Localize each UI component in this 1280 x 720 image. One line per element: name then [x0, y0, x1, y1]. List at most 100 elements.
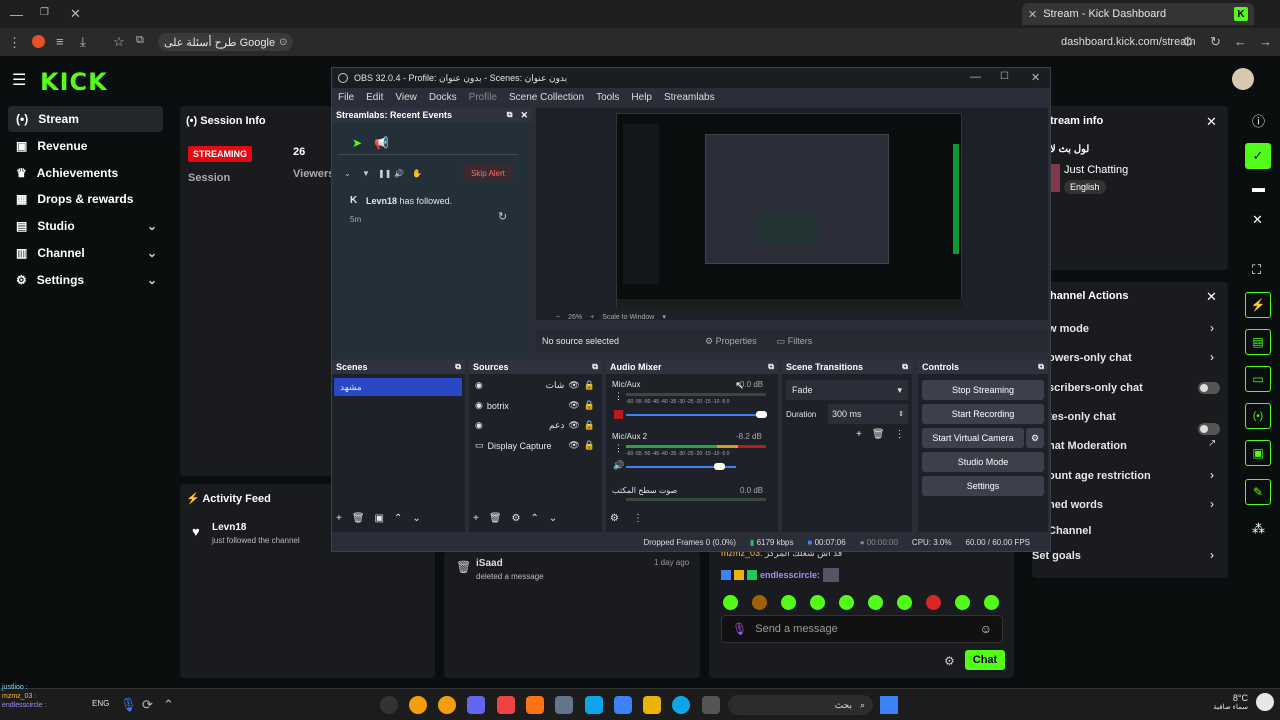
scene-filter-icon[interactable]: ▣ — [375, 513, 384, 524]
hamburger-menu-icon[interactable]: ☰ — [12, 70, 26, 90]
emote-icon[interactable] — [752, 595, 767, 610]
megaphone-icon[interactable]: 📢 — [374, 136, 389, 150]
virtual-camera-settings-icon[interactable]: ⚙ — [1026, 428, 1044, 448]
obs-minimize-icon[interactable]: — — [970, 71, 981, 83]
url-field[interactable]: dashboard.kick.com/stream — [1061, 36, 1196, 48]
document-icon[interactable]: ▤ — [1245, 329, 1271, 355]
pause-icon[interactable]: ❚❚ — [378, 169, 391, 178]
sidebar-item-stream[interactable]: (•) Stream — [8, 106, 163, 132]
menu-view[interactable]: View — [395, 92, 417, 103]
add-widget-icon[interactable]: ⁂ — [1252, 521, 1265, 537]
profile-avatar[interactable] — [32, 35, 45, 48]
mute-alert-icon[interactable]: ✋ — [412, 169, 422, 178]
bookmark-star-icon[interactable]: ☆ — [113, 34, 125, 50]
properties-button[interactable]: ⚙ Properties — [699, 333, 763, 350]
minimize-window-icon[interactable]: — — [10, 7, 23, 22]
emote-icon[interactable] — [810, 595, 825, 610]
input-language[interactable]: ENG — [92, 699, 109, 708]
bolt-icon[interactable]: ⚡ — [1245, 292, 1271, 318]
age-restriction-label[interactable]: ount age restriction — [1048, 470, 1151, 482]
chat-moderation-label[interactable]: hat Moderation — [1048, 440, 1127, 452]
chrome-taskbar-icon[interactable] — [409, 696, 427, 714]
volume-icon[interactable]: 🔊 — [394, 169, 404, 178]
emotes-only-toggle[interactable] — [1198, 423, 1220, 435]
menu-help[interactable]: Help — [631, 92, 652, 103]
advanced-audio-icon[interactable]: ⚙ — [610, 513, 619, 524]
scene-item[interactable]: مشهد — [334, 378, 462, 396]
skip-alert-button[interactable]: Skip Alert — [463, 164, 513, 182]
sidebar-item-studio[interactable]: ▤ Studio ⌄ — [8, 213, 163, 239]
add-icon[interactable]: + — [856, 429, 862, 440]
eye-icon[interactable]: 👁 — [568, 440, 579, 451]
chevron-right-icon[interactable]: › — [1210, 548, 1214, 562]
emote-icon[interactable] — [926, 595, 941, 610]
start-virtual-camera-button[interactable]: Start Virtual Camera — [922, 428, 1024, 448]
close-tab-icon[interactable]: ✕ — [1028, 8, 1037, 21]
trash-icon[interactable]: 🗑 — [872, 429, 885, 440]
lock-icon[interactable]: 🔒 — [584, 420, 595, 431]
transition-select[interactable]: Fade ▾ — [786, 380, 908, 400]
task-view-icon[interactable] — [702, 696, 720, 714]
replay-icon[interactable]: ↻ — [498, 210, 507, 223]
log-user[interactable]: iSaad — [476, 558, 503, 569]
volume-slider[interactable] — [626, 414, 766, 416]
lock-icon[interactable]: 🔒 — [584, 380, 595, 391]
trash-icon[interactable]: 🗑 — [352, 513, 365, 524]
filter-icon[interactable]: ▼ — [362, 169, 370, 178]
emoji-icon[interactable]: ☺ — [980, 622, 992, 636]
volume-slider-handle[interactable] — [756, 411, 767, 418]
source-item[interactable]: ◉ دعم 👁 🔒 — [475, 420, 595, 431]
chevron-right-icon[interactable]: › — [1210, 468, 1214, 482]
volume-slider-handle[interactable] — [714, 463, 725, 470]
obs-taskbar-icon[interactable] — [380, 696, 398, 714]
download-icon[interactable]: ⤓ — [80, 34, 86, 50]
restore-window-icon[interactable]: ❐ — [40, 7, 49, 18]
menu-profile[interactable]: Profile — [469, 92, 497, 103]
studio-mode-button[interactable]: Studio Mode — [922, 452, 1044, 472]
send-icon[interactable]: ➤ — [352, 136, 362, 150]
edge-taskbar-icon[interactable] — [672, 696, 690, 714]
undock-icon[interactable]: ⧉ — [507, 110, 513, 120]
undock-icon[interactable]: ⧉ — [768, 362, 774, 372]
add-icon[interactable]: + — [336, 513, 342, 524]
filters-button[interactable]: ▭ Filters — [771, 333, 819, 350]
subscribers-only-toggle[interactable] — [1198, 382, 1220, 394]
chat-user2-name[interactable]: endlesscircle: — [760, 570, 820, 580]
sidebar-item-achievements[interactable]: ♛ Achievements — [8, 160, 163, 186]
close-icon[interactable]: ✕ — [1252, 212, 1263, 228]
kick-logo[interactable]: KICK — [40, 68, 108, 96]
wrench-icon[interactable]: ✎ — [1245, 479, 1271, 505]
tray-overflow-icon[interactable]: ⌃ — [163, 697, 174, 713]
mic-icon[interactable]: 🎙 — [732, 622, 747, 636]
scale-dropdown-icon[interactable]: ▾ — [662, 313, 666, 321]
emote-icon[interactable] — [955, 595, 970, 610]
windows-start-icon[interactable] — [880, 696, 898, 714]
emote-icon[interactable] — [868, 595, 883, 610]
broadcast-icon[interactable]: (•) — [1245, 403, 1271, 429]
stop-streaming-button[interactable]: Stop Streaming — [922, 380, 1044, 400]
emote-icon[interactable] — [781, 595, 796, 610]
followers-only-label[interactable]: owers-only chat — [1048, 352, 1132, 364]
share-icon[interactable]: ⧉ — [136, 34, 144, 47]
clipboard-icon[interactable]: ▣ — [1245, 440, 1271, 466]
channel-menu-icon[interactable]: ⋮ — [614, 443, 623, 454]
back-icon[interactable]: ← — [1234, 34, 1247, 49]
menu-tools[interactable]: Tools — [596, 92, 619, 103]
undock-icon[interactable]: ⧉ — [592, 362, 598, 372]
sidebar-item-channel[interactable]: ▥ Channel ⌄ — [8, 240, 163, 266]
menu-streamlabs[interactable]: Streamlabs — [664, 92, 715, 103]
mixer-menu-icon[interactable]: ⋮ — [633, 513, 643, 524]
source-item[interactable]: ◉ شات 👁 🔒 — [475, 380, 595, 391]
emote-icon[interactable] — [839, 595, 854, 610]
chat-send-button[interactable]: Chat — [965, 650, 1005, 670]
app-taskbar-icon[interactable] — [585, 696, 603, 714]
duration-spinbox[interactable]: 300 ms ⇕ — [828, 404, 908, 424]
taskbar-search[interactable]: بحث ⌕ — [728, 695, 873, 715]
chat-settings-icon[interactable]: ⚙ — [944, 654, 955, 668]
fullscreen-icon[interactable]: ⛶ — [1252, 262, 1261, 278]
emote-icon[interactable] — [897, 595, 912, 610]
app-taskbar-icon[interactable] — [497, 696, 515, 714]
chevron-right-icon[interactable]: › — [1210, 350, 1214, 364]
close-window-icon[interactable]: ✕ — [70, 6, 81, 22]
add-icon[interactable]: + — [473, 513, 479, 524]
